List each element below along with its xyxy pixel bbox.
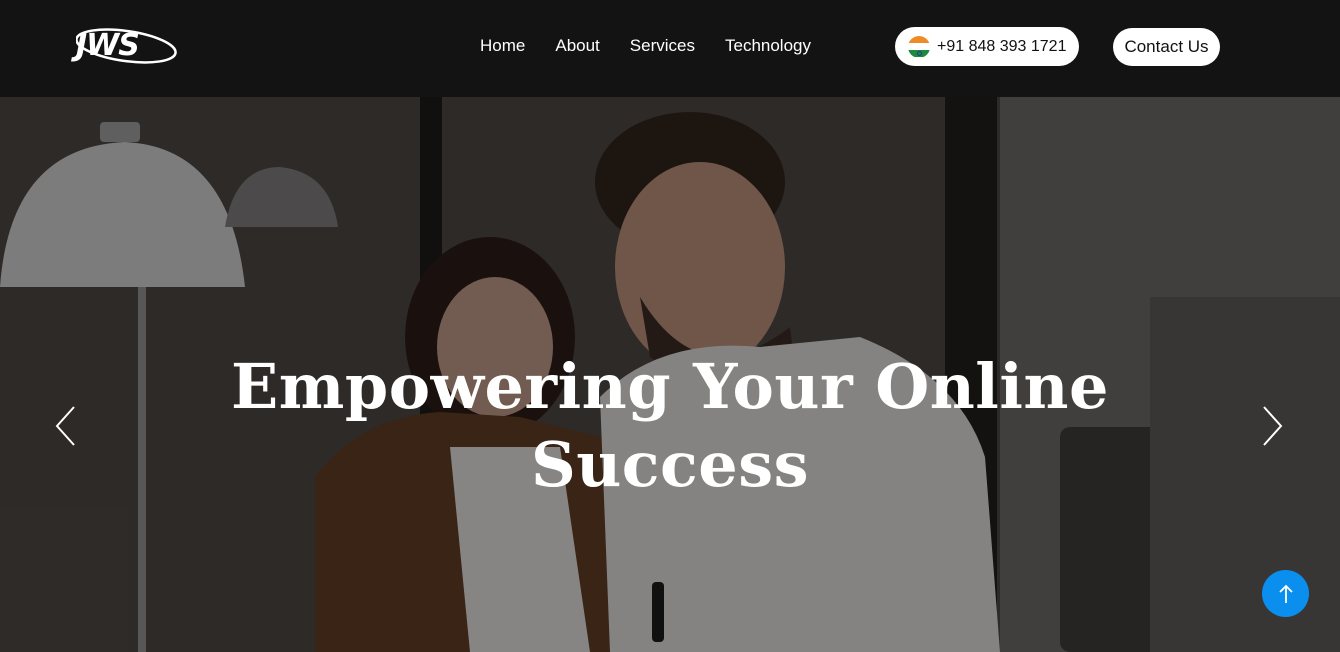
contact-us-button[interactable]: Contact Us xyxy=(1113,28,1220,66)
logo-text: JWS xyxy=(76,28,140,63)
main-nav: Home About Services Technology xyxy=(480,36,811,56)
chevron-left-icon xyxy=(55,406,75,446)
nav-technology[interactable]: Technology xyxy=(725,36,811,56)
nav-home[interactable]: Home xyxy=(480,36,525,56)
nav-services[interactable]: Services xyxy=(630,36,695,56)
nav-about[interactable]: About xyxy=(555,36,599,56)
hero-title-line-1: Empowering Your Online xyxy=(231,350,1109,423)
india-flag-icon xyxy=(908,35,930,58)
slider-prev-button[interactable] xyxy=(54,405,78,447)
chevron-right-icon xyxy=(1263,406,1283,446)
phone-button[interactable]: +91 848 393 1721 xyxy=(895,27,1079,66)
slider-next-button[interactable] xyxy=(1260,405,1284,447)
scroll-to-top-button[interactable] xyxy=(1262,570,1309,617)
logo[interactable]: JWS xyxy=(76,22,184,70)
hero-title: Empowering Your Online Success xyxy=(0,348,1340,504)
arrow-up-icon xyxy=(1278,584,1293,603)
site-header: JWS Home About Services Technology +91 8… xyxy=(0,0,1340,97)
phone-number: +91 848 393 1721 xyxy=(937,37,1067,55)
hero-slider: Empowering Your Online Success xyxy=(0,97,1340,652)
hero-title-line-2: Success xyxy=(530,428,810,501)
